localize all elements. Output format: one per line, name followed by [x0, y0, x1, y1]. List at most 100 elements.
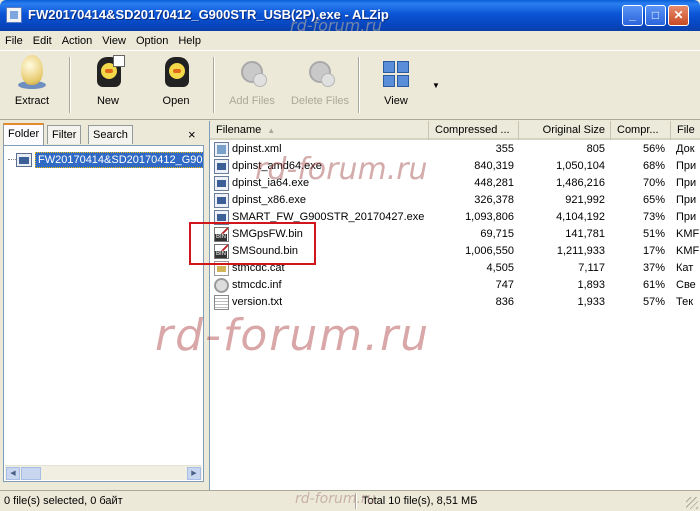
exe-file-icon — [214, 176, 229, 191]
tab-folder[interactable]: Folder — [3, 123, 45, 145]
open-button[interactable]: Open — [144, 55, 208, 107]
tab-search[interactable]: Search — [88, 125, 133, 144]
file-compressed: 836 — [495, 296, 514, 308]
column-filename[interactable]: Filename ▲ — [210, 121, 429, 140]
bin-file-icon — [214, 227, 229, 242]
file-ratio: 61% — [642, 279, 665, 291]
delete-files-label: Delete Files — [290, 95, 350, 107]
file-list-header: Filename ▲ Compressed ... Original Size C… — [210, 121, 700, 140]
status-selection: 0 file(s) selected, 0 байт — [4, 495, 123, 507]
menu-bar: File Edit Action View Option Help — [0, 31, 700, 50]
status-separator — [355, 493, 357, 509]
file-type: KMF — [676, 228, 700, 240]
resize-grip-icon[interactable] — [686, 497, 698, 509]
file-original-size: 1,933 — [577, 296, 605, 308]
minimize-button[interactable]: _ — [622, 5, 643, 26]
file-original-size: 1,893 — [577, 279, 605, 291]
table-row[interactable]: stmcdc.cat 4,505 7,117 37% Кат — [210, 261, 700, 278]
file-type: Све — [676, 279, 696, 291]
new-button[interactable]: New — [76, 55, 140, 107]
open-archive-icon — [159, 55, 193, 91]
file-type: Кат — [676, 262, 694, 274]
file-compressed: 840,319 — [474, 160, 514, 172]
file-ratio: 73% — [642, 211, 665, 223]
file-original-size: 7,117 — [578, 262, 605, 274]
file-compressed: 747 — [495, 279, 514, 291]
menu-edit[interactable]: Edit — [28, 35, 57, 47]
file-type: При — [676, 177, 697, 189]
file-list: Filename ▲ Compressed ... Original Size C… — [209, 121, 700, 490]
column-original-size[interactable]: Original Size — [519, 121, 611, 140]
new-label: New — [96, 95, 119, 107]
column-type[interactable]: File — [671, 121, 700, 140]
title-bar: FW20170414&SD20170412_G900STR_USB(2P).ex… — [0, 0, 700, 31]
file-compressed: 1,006,550 — [465, 245, 514, 257]
scroll-left-icon[interactable]: ◀ — [6, 467, 20, 480]
column-compressed[interactable]: Compressed ... — [429, 121, 519, 140]
extract-label: Extract — [14, 95, 50, 107]
table-row[interactable]: SMART_FW_G900STR_20170427.exe 1,093,806 … — [210, 210, 700, 227]
table-row[interactable]: stmcdc.inf 747 1,893 61% Све — [210, 278, 700, 295]
column-ratio[interactable]: Compr... — [611, 121, 671, 140]
exe-file-icon — [214, 193, 229, 208]
table-row[interactable]: SMSound.bin 1,006,550 1,211,933 17% KMF — [210, 244, 700, 261]
tree-horizontal-scrollbar[interactable]: ◀ ▶ — [5, 465, 202, 480]
file-name: dpinst_ia64.exe — [232, 177, 310, 189]
file-original-size: 1,486,216 — [556, 177, 605, 189]
alzip-app-icon[interactable] — [6, 7, 22, 23]
maximize-button[interactable]: □ — [645, 5, 666, 26]
tree-node-root[interactable]: FW20170414&SD20170412_G900STR_USB(2P).ex… — [16, 152, 203, 168]
view-label: View — [384, 95, 408, 107]
view-button[interactable]: View — [364, 55, 428, 107]
tree-node-label: FW20170414&SD20170412_G900STR_USB(2P).ex… — [35, 152, 203, 168]
add-files-button[interactable]: Add Files — [220, 55, 284, 107]
view-dropdown-arrow-icon[interactable]: ▼ — [432, 81, 440, 90]
exe-file-icon — [214, 210, 229, 225]
file-ratio: 65% — [642, 194, 665, 206]
toolbar-separator — [69, 57, 71, 113]
table-row[interactable]: version.txt 836 1,933 57% Тек — [210, 295, 700, 312]
folder-tree[interactable]: FW20170414&SD20170412_G900STR_USB(2P).ex… — [3, 145, 204, 482]
close-pane-icon[interactable]: × — [188, 127, 196, 142]
sort-ascending-icon: ▲ — [267, 126, 276, 135]
close-button[interactable]: ✕ — [668, 5, 689, 26]
table-row[interactable]: dpinst_ia64.exe 448,281 1,486,216 70% Пр… — [210, 176, 700, 193]
file-name: SMSound.bin — [232, 245, 299, 257]
table-row[interactable]: SMGpsFW.bin 69,715 141,781 51% KMF — [210, 227, 700, 244]
scroll-thumb[interactable] — [21, 467, 41, 480]
menu-action[interactable]: Action — [57, 35, 98, 47]
file-original-size: 141,781 — [565, 228, 605, 240]
table-row[interactable]: dpinst.xml 355 805 56% Док — [210, 142, 700, 159]
open-label: Open — [162, 95, 190, 107]
file-name: dpinst.xml — [232, 143, 282, 155]
tab-filter[interactable]: Filter — [47, 125, 82, 144]
extract-button[interactable]: Extract — [0, 55, 64, 107]
menu-view[interactable]: View — [97, 35, 131, 47]
table-row[interactable]: dpinst_amd64.exe 840,319 1,050,104 68% П… — [210, 159, 700, 176]
scroll-right-icon[interactable]: ▶ — [187, 467, 201, 480]
bin-file-icon — [214, 244, 229, 259]
file-name: dpinst_amd64.exe — [232, 160, 322, 172]
menu-help[interactable]: Help — [173, 35, 206, 47]
menu-file[interactable]: File — [0, 35, 28, 47]
column-filename-label: Filename — [216, 124, 262, 136]
status-bar: 0 file(s) selected, 0 байт Total 10 file… — [0, 490, 700, 511]
delete-files-button[interactable]: Delete Files — [287, 55, 353, 107]
file-compressed: 355 — [495, 143, 514, 155]
file-ratio: 51% — [642, 228, 665, 240]
delete-files-icon — [303, 55, 337, 91]
file-type: При — [676, 160, 697, 172]
file-type: Тек — [676, 296, 694, 308]
file-original-size: 805 — [586, 143, 605, 155]
file-compressed: 1,093,806 — [465, 211, 514, 223]
file-type: При — [676, 211, 697, 223]
file-name: SMART_FW_G900STR_20170427.exe — [232, 211, 425, 223]
file-compressed: 4,505 — [486, 262, 514, 274]
setup-info-icon — [214, 278, 229, 293]
table-row[interactable]: dpinst_x86.exe 326,378 921,992 65% При — [210, 193, 700, 210]
menu-option[interactable]: Option — [131, 35, 173, 47]
file-name: SMGpsFW.bin — [232, 228, 303, 240]
xml-file-icon — [214, 142, 229, 157]
file-ratio: 56% — [642, 143, 665, 155]
file-ratio: 68% — [642, 160, 665, 172]
